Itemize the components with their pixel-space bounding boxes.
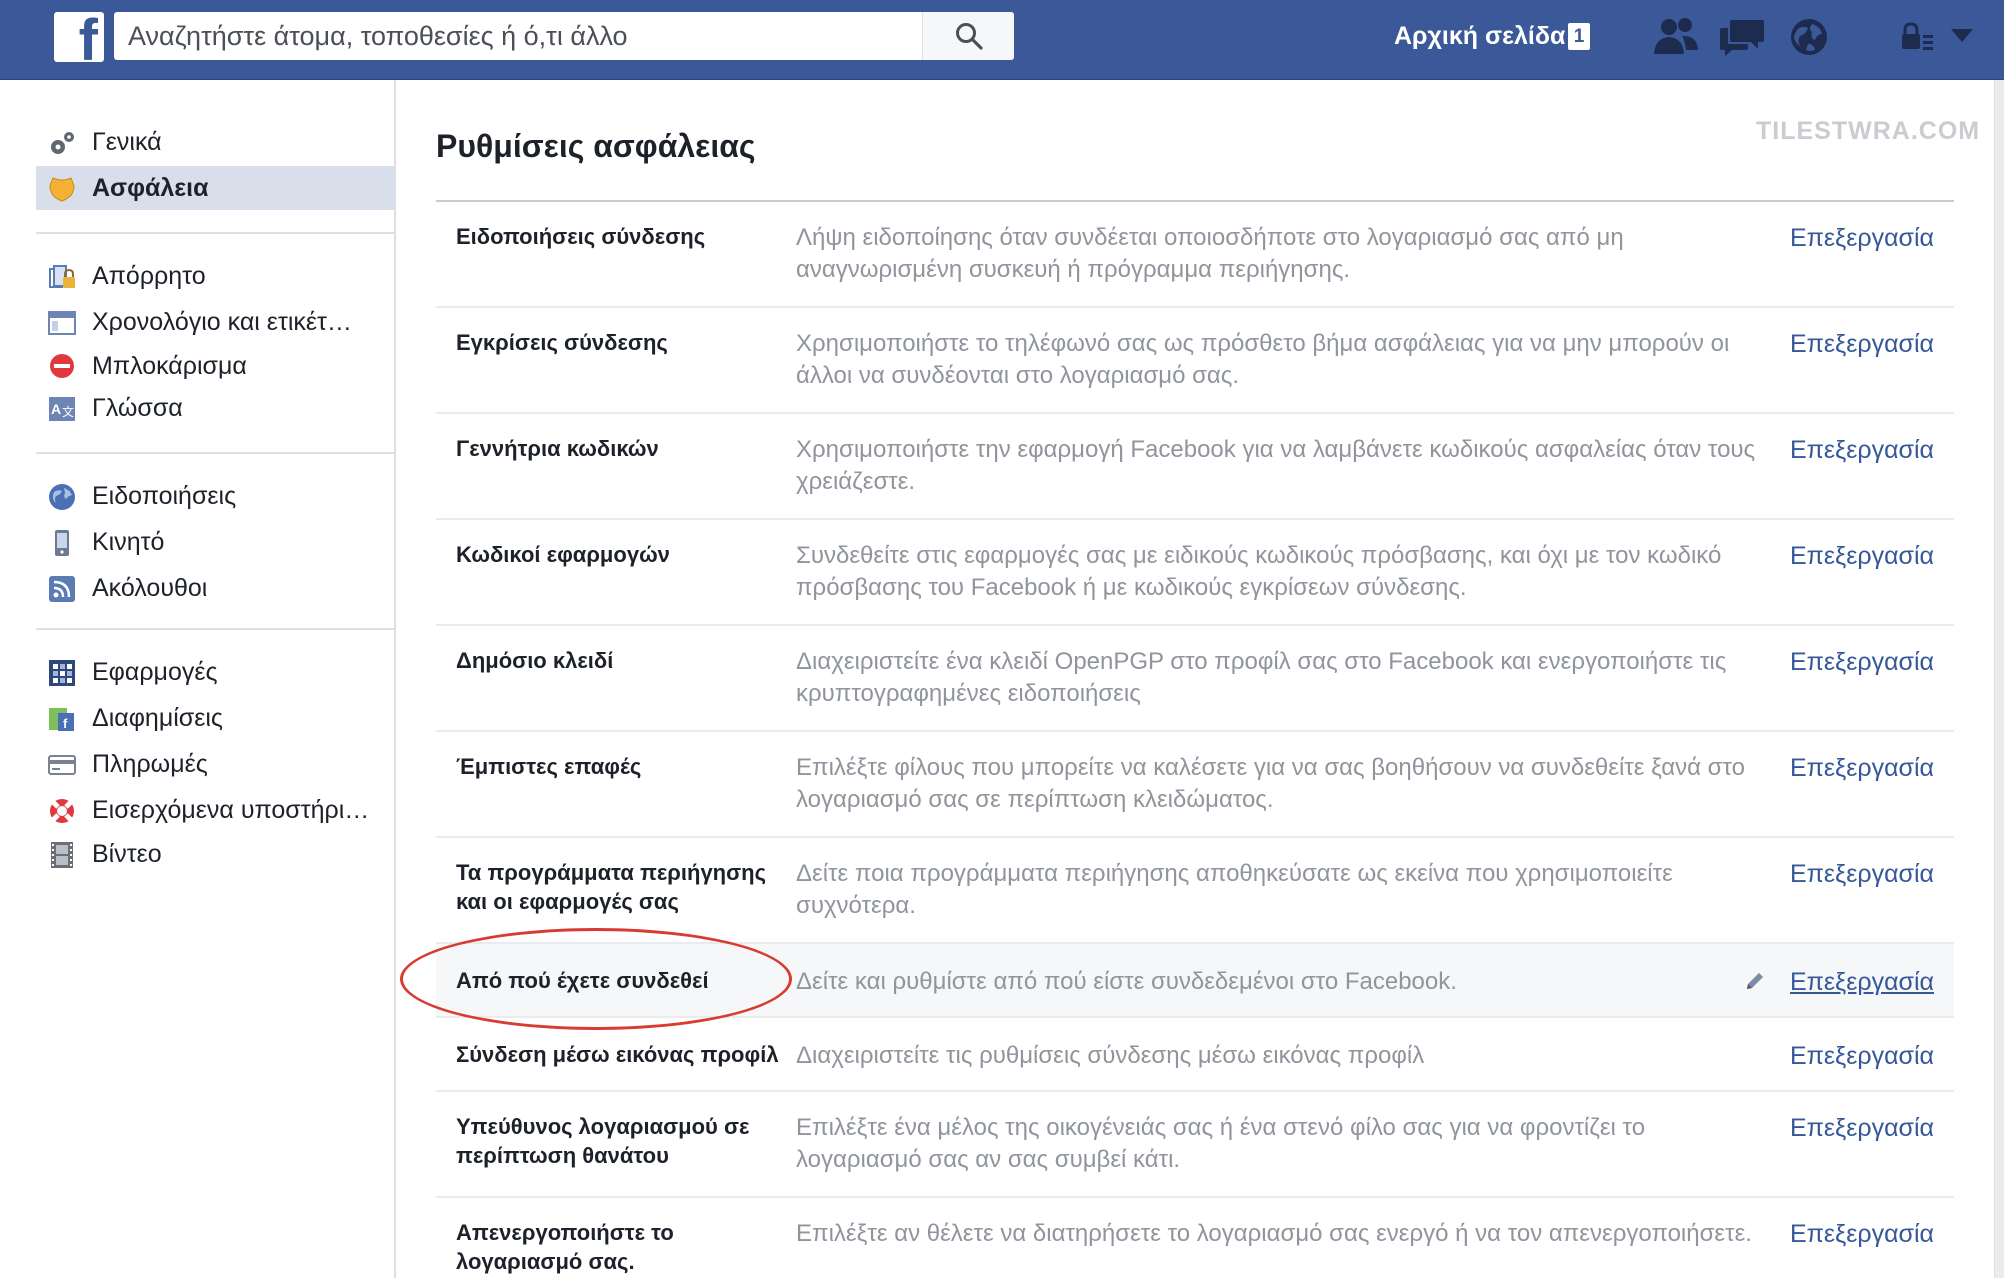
credit-card-icon [48, 755, 76, 775]
account-menu-chevron-icon[interactable] [1950, 28, 1974, 44]
edit-link[interactable]: Επεξεργασία [1790, 540, 1934, 572]
row-description: Επιλέξτε ένα μέλος της οικογένειάς σας ή… [796, 1114, 1646, 1173]
row-description: Χρησιμοποιήστε το τηλέφωνό σας ως πρόσθε… [796, 330, 1730, 389]
settings-row-picture-login[interactable]: Σύνδεση μέσω εικόνας προφίλ Διαχειριστεί… [436, 1018, 1954, 1092]
edit-link[interactable]: Επεξεργασία [1790, 646, 1934, 678]
page-title: Ρυθμίσεις ασφάλειας [436, 128, 756, 164]
sidebar-item-mobile[interactable]: Κινητό [36, 520, 394, 564]
mobile-icon [55, 530, 69, 556]
row-description: Χρησιμοποιήστε την εφαρμογή Facebook για… [796, 436, 1756, 495]
row-description: Διαχειριστείτε ένα κλειδί OpenPGP στο πρ… [796, 648, 1727, 707]
row-label: Γεννήτρια κωδικών [456, 436, 659, 461]
sidebar-item-support-inbox[interactable]: Εισερχόμενα υποστήρι… [36, 788, 394, 832]
row-description: Δείτε και ρυθμίστε από πού είστε συνδεδε… [796, 968, 1457, 995]
settings-row-browsers-apps[interactable]: Τα προγράμματα περιήγησης και οι εφαρμογ… [436, 838, 1954, 944]
svg-text:A: A [51, 401, 61, 417]
lifebuoy-icon [50, 799, 74, 823]
sidebar-item-general[interactable]: Γενικά [36, 120, 394, 164]
security-badge-icon [49, 177, 75, 202]
messages-icon[interactable] [1718, 16, 1766, 58]
settings-row-legacy-contact[interactable]: Υπεύθυνος λογαριασμού σε περίπτωση θανάτ… [436, 1092, 1954, 1198]
row-label: Απενεργοποιήστε το λογαριασμό σας. [456, 1220, 674, 1274]
settings-row-trusted-contacts[interactable]: Έμπιστες επαφές Επιλέξτε φίλους που μπορ… [436, 732, 1954, 838]
settings-row-code-generator[interactable]: Γεννήτρια κωδικών Χρησιμοποιήστε την εφα… [436, 414, 1954, 520]
search-icon [956, 23, 983, 50]
edit-link[interactable]: Επεξεργασία [1790, 222, 1934, 254]
block-icon [50, 354, 74, 378]
sidebar-item-payments[interactable]: Πληρωμές [36, 742, 394, 786]
edit-link[interactable]: Επεξεργασία [1790, 1040, 1934, 1072]
sidebar-item-timeline[interactable]: Χρονολόγιο και ετικέτ… [36, 300, 394, 344]
search-button[interactable] [922, 12, 1014, 60]
search-box [114, 12, 1014, 60]
home-count-badge: 1 [1568, 23, 1590, 50]
sidebar-item-followers[interactable]: Ακόλουθοι [36, 566, 394, 610]
settings-row-login-alerts[interactable]: Ειδοποιήσεις σύνδεσης Λήψη ειδοποίησης ό… [436, 202, 1954, 308]
edit-link[interactable]: Επεξεργασία [1790, 434, 1934, 466]
row-label: Τα προγράμματα περιήγησης και οι εφαρμογ… [456, 860, 767, 914]
row-label: Σύνδεση μέσω εικόνας προφίλ [456, 1042, 779, 1067]
edit-link[interactable]: Επεξεργασία [1790, 966, 1934, 998]
annotation-circle [400, 928, 792, 1030]
privacy-lock-icon[interactable] [1900, 22, 1934, 52]
sidebar-divider [36, 452, 394, 454]
settings-row-public-key[interactable]: Δημόσιο κλειδί Διαχειριστείτε ένα κλειδί… [436, 626, 1954, 732]
rss-icon [49, 576, 75, 602]
row-label: Έμπιστες επαφές [456, 754, 642, 779]
edit-link[interactable]: Επεξεργασία [1790, 1112, 1934, 1144]
window-edge [1994, 80, 2004, 1278]
friends-icon[interactable] [1652, 16, 1700, 56]
sidebar-item-ads[interactable]: f Διαφημίσεις [36, 696, 394, 740]
gears-icon [51, 132, 74, 154]
sidebar-item-notifications[interactable]: Ειδοποιήσεις [36, 474, 394, 518]
row-description: Επιλέξτε αν θέλετε να διατηρήσετε το λογ… [796, 1220, 1752, 1247]
row-description: Επιλέξτε φίλους που μπορείτε να καλέσετε… [796, 754, 1745, 813]
edit-link[interactable]: Επεξεργασία [1790, 858, 1934, 890]
search-input[interactable] [114, 12, 924, 60]
watermark: TILESTWRA.COM [1756, 117, 1981, 145]
sidebar-item-security[interactable]: Ασφάλεια [36, 166, 394, 210]
row-description: Λήψη ειδοποίησης όταν συνδέεται οποιοσδή… [796, 224, 1624, 283]
row-label: Υπεύθυνος λογαριασμού σε περίπτωση θανάτ… [456, 1114, 750, 1168]
sidebar-divider [36, 232, 394, 234]
settings-sidebar: Γενικά Ασφάλεια Απόρρητο Χρονολόγιο και … [0, 80, 394, 1278]
facebook-logo[interactable]: f [54, 12, 104, 62]
apps-grid-icon [49, 660, 75, 686]
settings-row-deactivate-account[interactable]: Απενεργοποιήστε το λογαριασμό σας. Επιλέ… [436, 1198, 1954, 1278]
row-description: Δείτε ποια προγράμματα περιήγησης αποθηκ… [796, 860, 1673, 919]
sidebar-separator [394, 80, 396, 1278]
row-description: Συνδεθείτε στις εφαρμογές σας με ειδικού… [796, 542, 1722, 601]
film-icon [51, 842, 73, 868]
edit-link[interactable]: Επεξεργασία [1790, 328, 1934, 360]
settings-row-login-approvals[interactable]: Εγκρίσεις σύνδεσης Χρησιμοποιήστε το τηλ… [436, 308, 1954, 414]
globe-icon [49, 484, 75, 510]
sidebar-item-privacy[interactable]: Απόρρητο [36, 254, 394, 298]
svg-text:f: f [63, 716, 68, 731]
sidebar-item-videos[interactable]: Βίντεο [36, 832, 394, 876]
privacy-lock-icon [49, 265, 75, 288]
pencil-icon [1747, 973, 1763, 989]
row-label: Ειδοποιήσεις σύνδεσης [456, 224, 706, 249]
top-navigation-bar: f Αρχική σελίδα 1 [0, 0, 2004, 80]
notifications-globe-icon[interactable] [1788, 16, 1830, 58]
sidebar-item-blocking[interactable]: Μπλοκάρισμα [36, 344, 394, 388]
timeline-icon [48, 311, 76, 335]
home-link[interactable]: Αρχική σελίδα [1394, 20, 1565, 52]
sidebar-divider [36, 628, 394, 630]
language-icon: A 文 [49, 397, 75, 421]
row-description: Διαχειριστείτε τις ρυθμίσεις σύνδεσης μέ… [796, 1042, 1425, 1069]
row-label: Δημόσιο κλειδί [456, 648, 614, 673]
edit-link[interactable]: Επεξεργασία [1790, 752, 1934, 784]
svg-text:文: 文 [62, 404, 74, 419]
settings-row-app-passwords[interactable]: Κωδικοί εφαρμογών Συνδεθείτε στις εφαρμο… [436, 520, 1954, 626]
row-label: Κωδικοί εφαρμογών [456, 542, 670, 567]
edit-link[interactable]: Επεξεργασία [1790, 1218, 1934, 1250]
sidebar-item-apps[interactable]: Εφαρμογές [36, 650, 394, 694]
ads-icon: f [49, 708, 74, 731]
row-label: Εγκρίσεις σύνδεσης [456, 330, 668, 355]
sidebar-item-language[interactable]: A 文 Γλώσσα [36, 386, 394, 430]
